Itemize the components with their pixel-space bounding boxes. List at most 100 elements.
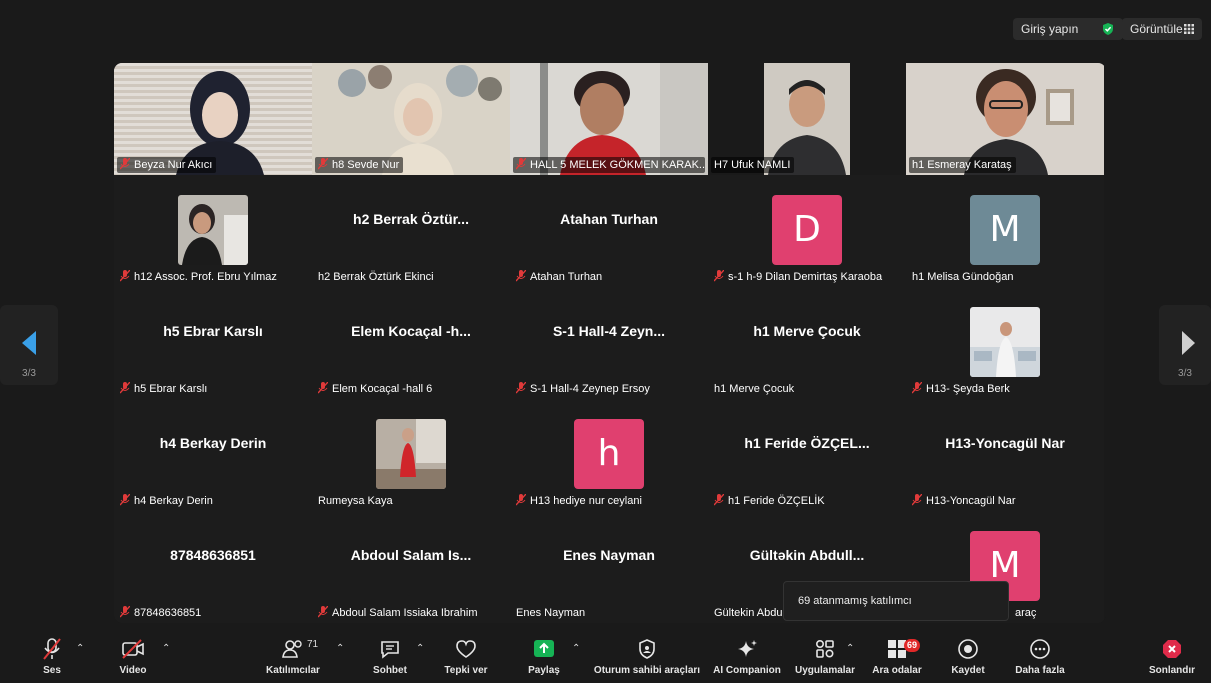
participant-name: Rumeysa Kaya [318,495,393,507]
participant-name: Gültekin Abdu [714,607,783,619]
audio-options-caret[interactable]: ⌃ [76,643,84,654]
participant-tile[interactable]: Abdoul Salam Is... Abdoul Salam Issiaka … [312,511,510,623]
heart-icon [456,640,476,658]
participant-tile[interactable]: h1 Merve Çocuk h1 Merve Çocuk [708,287,906,399]
apps-options-caret[interactable]: ⌃ [846,643,854,654]
participant-name: araç [1015,607,1037,619]
participant-name: h8 Sevde Nur [315,157,404,173]
participant-display-name: Abdoul Salam Is... [350,547,472,563]
muted-mic-icon [120,158,130,170]
participant-tile[interactable]: h2 Berrak Öztür... h2 Berrak Öztürk Ekin… [312,175,510,287]
participant-name: H13- Şeyda Berk [909,381,1014,397]
participant-tile[interactable]: Enes Nayman Enes Nayman [510,511,708,623]
muted-mic-icon [912,494,922,506]
page-indicator: 3/3 [1178,368,1192,379]
grid-icon [1184,24,1194,34]
participant-tile[interactable]: h12 Assoc. Prof. Ebru Yılmaz [114,175,312,287]
participants-label: Katılımcılar [266,665,320,676]
next-page-button[interactable]: 3/3 [1159,305,1211,385]
muted-mic-icon [516,494,526,506]
participants-options-caret[interactable]: ⌃ [336,643,344,654]
participant-display-name: h2 Berrak Öztür... [353,211,469,227]
participant-name: H13 hediye nur ceylani [513,493,646,509]
view-button[interactable]: Görüntüle [1122,18,1202,40]
react-button[interactable]: Tepki ver [440,637,492,681]
participant-tile[interactable]: 87848636851 87848636851 [114,511,312,623]
meeting-toolbar: Ses ⌃ Video ⌃ Katılımcılar 71 ⌃ Sohbet ⌃ [0,631,1211,683]
participants-count: 71 [307,639,319,650]
audio-button[interactable]: Ses [32,637,72,681]
react-label: Tepki ver [444,665,488,676]
participant-tile[interactable]: h8 Sevde Nur [312,63,510,175]
muted-mic-icon [516,382,526,394]
breakout-rooms-label: Ara odalar [872,665,922,676]
participant-tile[interactable]: h1 Esmeray Karataş [906,63,1104,175]
previous-page-button[interactable]: 3/3 [0,305,58,385]
login-button[interactable]: Giriş yapın [1013,18,1123,40]
chat-options-caret[interactable]: ⌃ [416,643,424,654]
participant-name: 87848636851 [117,605,205,621]
participant-display-name: h4 Berkay Derin [159,435,267,451]
muted-mic-icon [714,270,724,282]
participant-tile[interactable]: Beyza Nur Akıcı [114,63,312,175]
participant-tile[interactable]: Rumeysa Kaya [312,399,510,511]
audio-label: Ses [43,665,61,676]
muted-mic-icon [120,606,130,618]
more-button[interactable]: Daha fazla [1014,637,1066,681]
ai-companion-button[interactable]: AI Companion [710,637,784,681]
shield-check-icon [1103,23,1113,35]
participant-tile[interactable]: Atahan Turhan Atahan Turhan [510,175,708,287]
participant-tile[interactable]: D s-1 h-9 Dilan Demirtaş Karaoba [708,175,906,287]
chat-icon [381,641,399,659]
participant-tile[interactable]: H13- Şeyda Berk [906,287,1104,399]
record-label: Kaydet [951,665,985,676]
avatar: M [970,195,1040,265]
host-tools-button[interactable]: Oturum sahibi araçları [592,637,702,681]
participant-tile[interactable]: h H13 hediye nur ceylani [510,399,708,511]
chat-button[interactable]: Sohbet [370,637,410,681]
participant-name: H13-Yoncagül Nar [909,493,1019,509]
participant-tile[interactable]: HALL 5 MELEK GÖKMEN KARAK... [510,63,708,175]
participant-tile[interactable]: h1 Feride ÖZÇEL... h1 Feride ÖZÇELİK [708,399,906,511]
participant-name: Atahan Turhan [513,269,606,285]
video-button[interactable]: Video [110,637,156,681]
video-gallery: Beyza Nur Akıcı h8 Sevde Nur HALL 5 MELE… [114,63,1106,623]
muted-mic-icon [318,606,328,618]
participant-display-name: h1 Merve Çocuk [753,323,861,339]
record-button[interactable]: Kaydet [948,637,988,681]
end-meeting-label: Sonlandır [1148,665,1196,676]
muted-mic-icon [516,270,526,282]
muted-mic-icon [516,158,526,170]
share-options-caret[interactable]: ⌃ [572,643,580,654]
avatar: D [772,195,842,265]
avatar: h [574,419,644,489]
unassigned-participants-tooltip: 69 atanmamış katılımcı [783,581,1009,621]
share-button[interactable]: Paylaş [522,637,566,681]
participant-display-name: h5 Ebrar Karslı [163,323,263,339]
participant-name: h12 Assoc. Prof. Ebru Yılmaz [117,269,281,285]
end-meeting-button[interactable]: Sonlandır [1146,637,1198,681]
muted-mic-icon [318,158,328,170]
participant-name: Enes Nayman [516,607,586,619]
participant-name: h1 Melisa Gündoğan [912,271,1014,283]
participant-tile[interactable]: S-1 Hall-4 Zeyn... S-1 Hall-4 Zeynep Ers… [510,287,708,399]
video-label: Video [119,665,147,676]
chat-label: Sohbet [373,665,407,676]
participant-video-thumbnail [178,195,248,265]
shield-icon [639,639,655,659]
video-options-caret[interactable]: ⌃ [162,643,170,654]
participant-name: h5 Ebrar Karslı [117,381,211,397]
participant-tile[interactable]: M h1 Melisa Gündoğan [906,175,1104,287]
participant-tile[interactable]: H13-Yoncagül Nar H13-Yoncagül Nar [906,399,1104,511]
breakout-rooms-button[interactable]: 69 Ara odalar [868,637,926,681]
muted-mic-icon [120,270,130,282]
apps-label: Uygulamalar [794,665,856,676]
participant-tile[interactable]: h5 Ebrar Karslı h5 Ebrar Karslı [114,287,312,399]
participant-tile[interactable]: Elem Kocaçal -h... Elem Kocaçal -hall 6 [312,287,510,399]
participant-display-name: Elem Kocaçal -h... [351,323,471,339]
participant-tile[interactable]: H7 Ufuk NAMLI [708,63,906,175]
view-label: Görüntüle [1130,22,1183,36]
host-tools-label: Oturum sahibi araçları [593,665,701,676]
participant-name: h1 Esmeray Karataş [909,157,1016,173]
participant-tile[interactable]: h4 Berkay Derin h4 Berkay Derin [114,399,312,511]
